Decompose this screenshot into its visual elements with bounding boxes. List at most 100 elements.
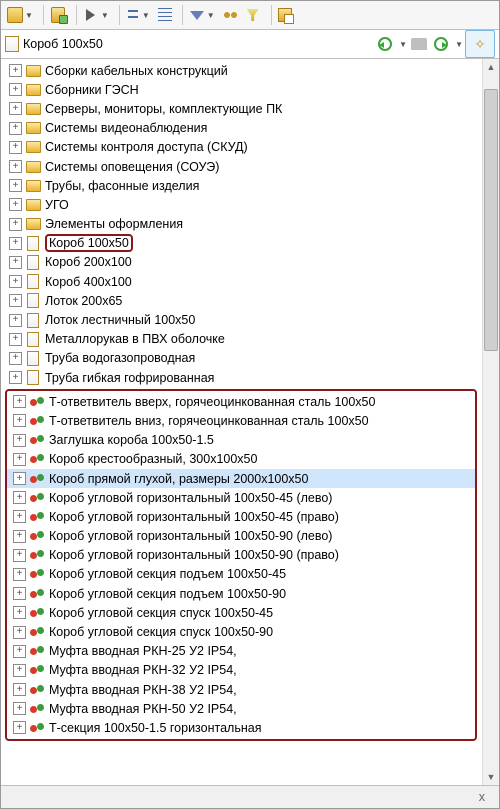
node-label: Серверы, мониторы, комплектующие ПК xyxy=(45,102,282,116)
document-node[interactable]: +Лоток 200x65 xyxy=(3,291,483,310)
expander[interactable]: + xyxy=(13,721,26,734)
part-node[interactable]: +Короб угловой горизонтальный 100x50-45 … xyxy=(7,488,475,507)
expander[interactable]: + xyxy=(9,256,22,269)
pin-button[interactable]: ✧ xyxy=(465,30,495,58)
expander[interactable]: + xyxy=(13,587,26,600)
part-node[interactable]: +Т-секция 100x50-1.5 горизонтальная xyxy=(7,718,475,737)
vertical-scrollbar[interactable]: ▲ ▼ xyxy=(482,59,499,785)
part-node[interactable]: +Муфта вводная РКН-50 У2 IP54, xyxy=(7,699,475,718)
part-node[interactable]: +Муфта вводная РКН-32 У2 IP54, xyxy=(7,661,475,680)
part-node[interactable]: +Короб угловой секция спуск 100x50-45 xyxy=(7,603,475,622)
document-node[interactable]: +Труба гибкая гофрированная xyxy=(3,368,483,387)
expander[interactable]: + xyxy=(9,83,22,96)
part-node[interactable]: +Короб угловой горизонтальный 100x50-90 … xyxy=(7,546,475,565)
expander[interactable]: + xyxy=(13,549,26,562)
expander[interactable]: + xyxy=(9,237,22,250)
separator xyxy=(119,5,120,25)
expander[interactable]: + xyxy=(9,314,22,327)
part-node[interactable]: +Заглушка короба 100x50-1.5 xyxy=(7,431,475,450)
expander[interactable]: + xyxy=(13,453,26,466)
funnel-button[interactable] xyxy=(243,5,263,25)
folder-node[interactable]: +Системы контроля доступа (СКУД) xyxy=(3,138,483,157)
part-node[interactable]: +Муфта вводная РКН-38 У2 IP54, xyxy=(7,680,475,699)
expander[interactable]: + xyxy=(9,102,22,115)
expander[interactable]: + xyxy=(9,122,22,135)
expander[interactable]: + xyxy=(9,218,22,231)
expander[interactable]: + xyxy=(9,160,22,173)
part-node[interactable]: +Муфта вводная РКН-25 У2 IP54, xyxy=(7,642,475,661)
folder-node[interactable]: +Элементы оформления xyxy=(3,215,483,234)
close-button[interactable]: x xyxy=(473,790,491,804)
part-node[interactable]: +Т-ответвитель вверх, горячеоцинкованная… xyxy=(7,392,475,411)
expander[interactable]: + xyxy=(13,606,26,619)
folder-node[interactable]: +Трубы, фасонные изделия xyxy=(3,176,483,195)
document-node[interactable]: +Короб 100x50 xyxy=(3,234,483,253)
part-node[interactable]: +Короб прямой глухой, размеры 2000x100x5… xyxy=(7,469,475,488)
expander[interactable]: + xyxy=(13,702,26,715)
expander[interactable]: + xyxy=(9,141,22,154)
expander[interactable]: + xyxy=(13,395,26,408)
document-icon xyxy=(25,293,41,309)
scroll-down-arrow[interactable]: ▼ xyxy=(483,769,499,785)
folder-node[interactable]: + Серверы, мониторы, комплектующие ПК xyxy=(3,99,483,118)
part-node[interactable]: +Короб угловой секция подъем 100x50-45 xyxy=(7,565,475,584)
scroll-up-arrow[interactable]: ▲ xyxy=(483,59,499,75)
folder-node[interactable]: +Сборки кабельных конструкций xyxy=(3,61,483,80)
folder-node[interactable]: +УГО xyxy=(3,195,483,214)
folder-icon xyxy=(25,82,41,98)
expander[interactable]: + xyxy=(9,294,22,307)
document-node[interactable]: + Металлорукав в ПВХ оболочке xyxy=(3,330,483,349)
expander[interactable]: + xyxy=(9,275,22,288)
part-node[interactable]: +Короб угловой горизонтальный 100x50-45 … xyxy=(7,507,475,526)
expander[interactable]: + xyxy=(9,198,22,211)
part-node[interactable]: +Короб угловой секция подъем 100x50-90 xyxy=(7,584,475,603)
document-node[interactable]: +Труба водогазопроводная xyxy=(3,349,483,368)
part-icon xyxy=(29,413,45,429)
expander[interactable]: + xyxy=(13,434,26,447)
folder-up-button[interactable] xyxy=(409,34,429,54)
path-field[interactable]: Короб 100x50 xyxy=(5,36,375,52)
expander[interactable]: + xyxy=(13,472,26,485)
nav-back-button[interactable] xyxy=(375,34,395,54)
find-button[interactable] xyxy=(221,6,239,24)
expander[interactable]: + xyxy=(13,568,26,581)
expander[interactable]: + xyxy=(13,414,26,427)
treeview-mode-button[interactable]: ▼ xyxy=(124,6,152,24)
expander[interactable]: + xyxy=(13,664,26,677)
part-icon xyxy=(29,394,45,410)
folder-icon xyxy=(25,63,41,79)
part-icon xyxy=(29,566,45,582)
insert-image-button[interactable] xyxy=(276,6,294,24)
list-mode-button[interactable] xyxy=(156,6,174,24)
document-node[interactable]: +Короб 200x100 xyxy=(3,253,483,272)
document-node[interactable]: +Лоток лестничный 100x50 xyxy=(3,310,483,329)
expander[interactable]: + xyxy=(13,530,26,543)
document-node[interactable]: +Короб 400x100 xyxy=(3,272,483,291)
part-node[interactable]: +Короб крестообразный, 300x100x50 xyxy=(7,450,475,469)
run-button[interactable]: ▼ xyxy=(81,5,111,25)
arrow-right-circle-icon xyxy=(434,37,448,51)
expander[interactable]: + xyxy=(13,645,26,658)
node-label: Металлорукав в ПВХ оболочке xyxy=(45,332,225,346)
folder-icon xyxy=(25,120,41,136)
expander[interactable]: + xyxy=(13,510,26,523)
expander[interactable]: + xyxy=(13,491,26,504)
filter-button[interactable]: ▼ xyxy=(187,5,217,25)
expander[interactable]: + xyxy=(13,683,26,696)
part-node[interactable]: +Короб угловой секция спуск 100x50-90 xyxy=(7,622,475,641)
part-node[interactable]: +Короб угловой горизонтальный 100x50-90 … xyxy=(7,527,475,546)
part-node[interactable]: +Т-ответвитель вниз, горячеоцинкованная … xyxy=(7,411,475,430)
expander[interactable]: + xyxy=(9,333,22,346)
expander[interactable]: + xyxy=(13,626,26,639)
scroll-thumb[interactable] xyxy=(484,89,498,351)
expander[interactable]: + xyxy=(9,371,22,384)
folder-node[interactable]: +Системы видеонаблюдения xyxy=(3,119,483,138)
expander[interactable]: + xyxy=(9,179,22,192)
folder-node[interactable]: +Сборники ГЭСН xyxy=(3,80,483,99)
folder-node[interactable]: +Системы оповещения (СОУЭ) xyxy=(3,157,483,176)
new-from-db-button[interactable] xyxy=(48,5,68,25)
print-button[interactable]: ▼ xyxy=(5,5,35,25)
nav-forward-button[interactable] xyxy=(431,34,451,54)
expander[interactable]: + xyxy=(9,64,22,77)
expander[interactable]: + xyxy=(9,352,22,365)
